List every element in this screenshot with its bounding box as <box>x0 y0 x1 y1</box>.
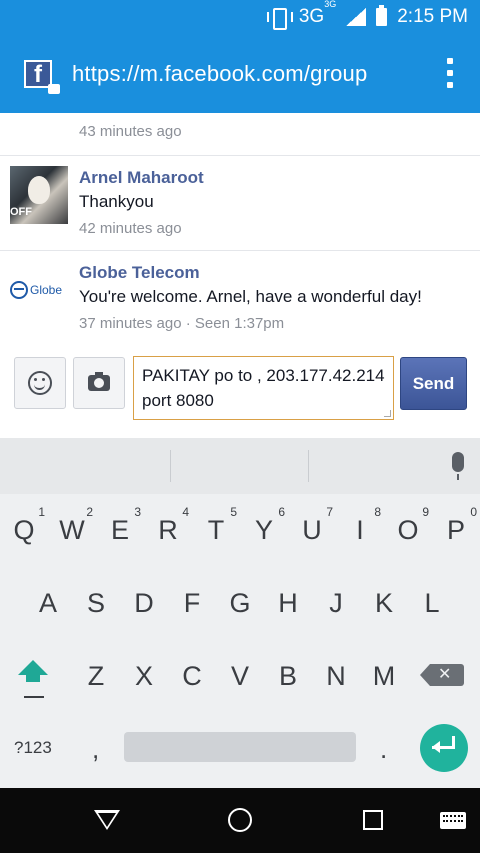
vibrate-icon <box>266 7 293 30</box>
message-input[interactable]: PAKITAY po to , 203.177.42.214 port 8080 <box>133 356 394 420</box>
message-time: 43 minutes ago <box>79 123 182 140</box>
enter-icon[interactable] <box>420 724 468 772</box>
period-key[interactable]: . <box>380 734 387 765</box>
camera-icon <box>88 372 110 391</box>
key-h[interactable]: H <box>267 583 309 623</box>
key-p[interactable]: P0 <box>435 506 477 550</box>
key-r[interactable]: R4 <box>147 506 189 550</box>
key-w[interactable]: W2 <box>51 506 93 550</box>
suggestion-strip <box>0 438 480 494</box>
backspace-icon[interactable] <box>420 664 464 686</box>
recents-icon[interactable] <box>363 810 383 830</box>
key-f[interactable]: F <box>171 583 213 623</box>
key-x[interactable]: X <box>123 656 165 696</box>
keyboard: Q1W2E3R4T5Y6U7I8O9P0 ASDFGHJKL ZXCVBNM ?… <box>0 438 480 788</box>
sender-name[interactable]: Arnel Maharoot <box>79 168 204 188</box>
key-q[interactable]: Q1 <box>3 506 45 550</box>
key-a[interactable]: A <box>27 583 69 623</box>
key-u[interactable]: U7 <box>291 506 333 550</box>
key-i[interactable]: I8 <box>339 506 381 550</box>
key-l[interactable]: L <box>411 583 453 623</box>
key-v[interactable]: V <box>219 656 261 696</box>
space-key[interactable] <box>124 732 356 762</box>
key-g[interactable]: G <box>219 583 261 623</box>
key-j[interactable]: J <box>315 583 357 623</box>
emoji-icon <box>28 371 52 395</box>
battery-icon <box>376 5 388 26</box>
divider <box>308 450 309 482</box>
send-button[interactable]: Send <box>400 357 467 410</box>
key-z[interactable]: Z <box>75 656 117 696</box>
overflow-menu-icon[interactable] <box>446 58 454 88</box>
avatar[interactable]: Globe <box>10 261 68 319</box>
clock: 2:15 PM <box>397 6 468 27</box>
divider <box>170 450 171 482</box>
key-s[interactable]: S <box>75 583 117 623</box>
message-composer: PAKITAY po to , 203.177.42.214 port 8080… <box>0 350 480 436</box>
symbols-key[interactable]: ?123 <box>14 738 52 758</box>
network-type: 3G3G <box>298 0 337 27</box>
navigation-bar <box>0 788 480 853</box>
microphone-icon[interactable] <box>452 452 464 480</box>
key-b[interactable]: B <box>267 656 309 696</box>
shift-icon[interactable] <box>16 660 50 694</box>
key-n[interactable]: N <box>315 656 357 696</box>
key-k[interactable]: K <box>363 583 405 623</box>
back-icon[interactable] <box>94 810 120 830</box>
key-o[interactable]: O9 <box>387 506 429 550</box>
comma-key[interactable]: , <box>92 734 99 765</box>
keyboard-icon[interactable] <box>440 812 466 829</box>
emoji-button[interactable] <box>14 357 66 409</box>
key-m[interactable]: M <box>363 656 405 696</box>
url-bar: f https://m.facebook.com/group <box>0 34 480 113</box>
home-icon[interactable] <box>228 808 252 832</box>
camera-button[interactable] <box>73 357 125 409</box>
url-text[interactable]: https://m.facebook.com/group <box>72 61 367 87</box>
key-e[interactable]: E3 <box>99 506 141 550</box>
message-time: 42 minutes ago <box>79 220 182 237</box>
key-c[interactable]: C <box>171 656 213 696</box>
sender-name[interactable]: Globe Telecom <box>79 263 200 283</box>
globe-logo-icon <box>10 281 28 299</box>
message-text: You're welcome. Arnel, have a wonderful … <box>79 287 422 306</box>
message-item: Arnel Maharoot Thankyou 42 minutes ago <box>0 156 480 250</box>
key-y[interactable]: Y6 <box>243 506 285 550</box>
key-d[interactable]: D <box>123 583 165 623</box>
avatar[interactable] <box>10 166 68 224</box>
facebook-lock-icon: f <box>24 60 60 94</box>
status-bar: 3G3G 2:15 PM <box>0 0 480 34</box>
message-item: Globe Globe Telecom You're welcome. Arne… <box>0 251 480 347</box>
message-text: Thankyou <box>79 192 154 211</box>
message-time: 37 minutes ago · Seen 1:37pm <box>79 315 285 332</box>
signal-icon <box>346 8 367 26</box>
shift-indicator <box>24 696 44 698</box>
key-t[interactable]: T5 <box>195 506 237 550</box>
